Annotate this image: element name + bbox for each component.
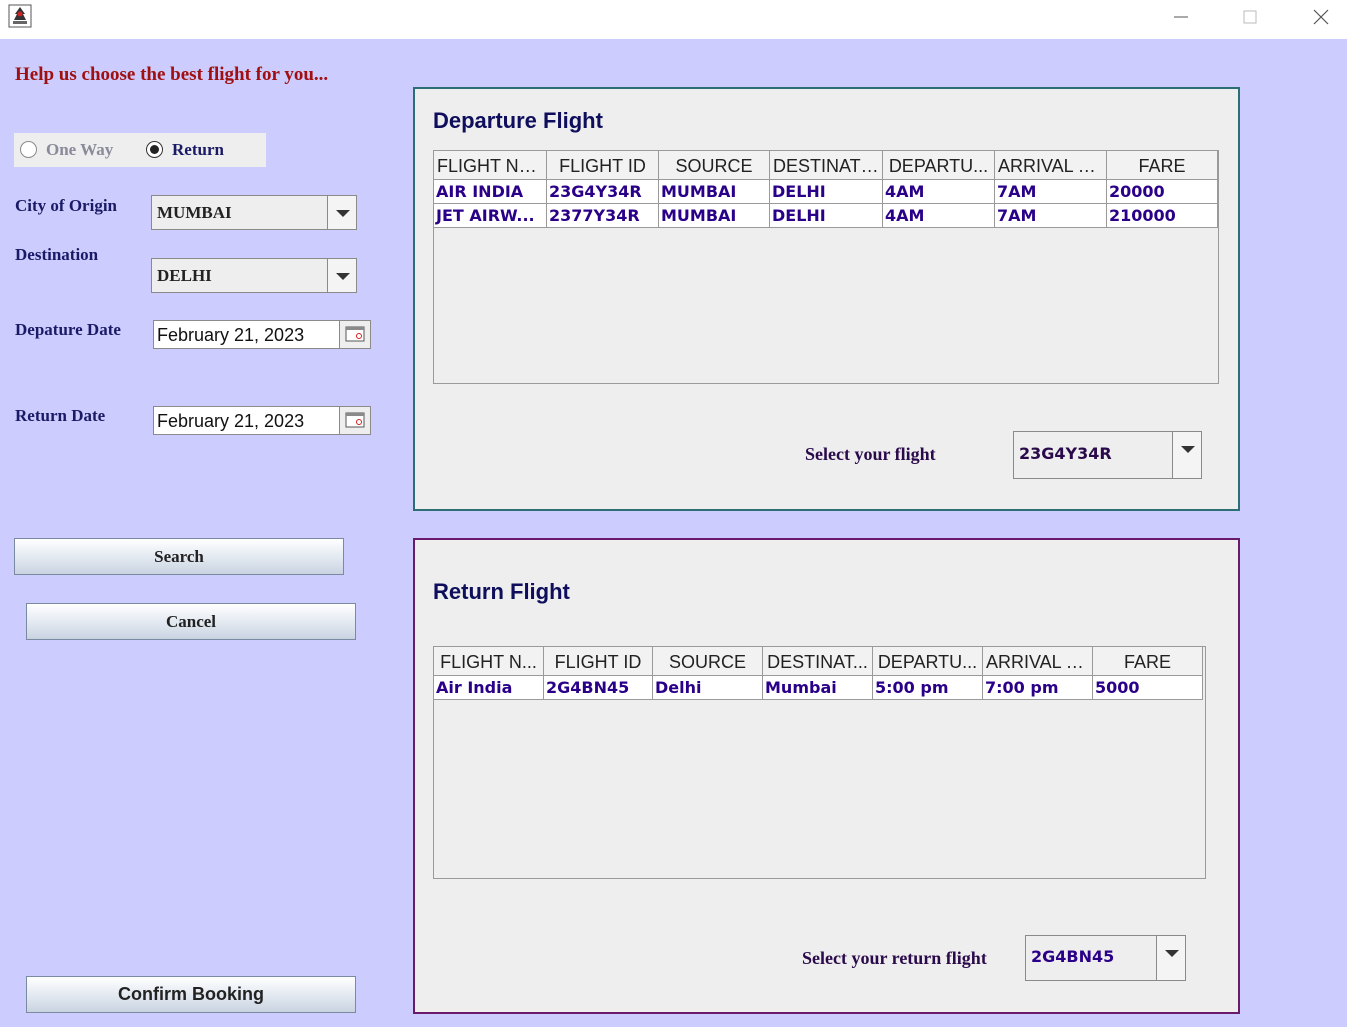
return-label[interactable]: Return bbox=[172, 140, 224, 160]
column-header[interactable]: SOURCE bbox=[659, 151, 770, 180]
return-radio[interactable] bbox=[146, 141, 163, 158]
calendar-icon bbox=[345, 412, 365, 428]
departure-panel: Departure Flight FLIGHT NA... FLIGHT ID SO… bbox=[413, 87, 1240, 511]
column-header[interactable]: ARRIVAL T... bbox=[983, 647, 1093, 676]
close-icon[interactable] bbox=[1309, 5, 1333, 29]
departure-table-header: FLIGHT NA... FLIGHT ID SOURCE DESTINATI... D… bbox=[434, 151, 1218, 180]
table-cell: 23G4Y34R bbox=[547, 180, 659, 204]
table-cell: Mumbai bbox=[763, 676, 873, 700]
column-header[interactable]: FARE bbox=[1107, 151, 1218, 180]
table-cell: DELHI bbox=[770, 180, 883, 204]
destination-label: Destination bbox=[15, 245, 99, 264]
chevron-down-icon[interactable] bbox=[327, 196, 356, 229]
selected-flight-value: 23G4Y34R bbox=[1019, 444, 1112, 463]
table-cell: JET AIRW... bbox=[434, 204, 547, 228]
table-cell: MUMBAI bbox=[659, 204, 770, 228]
column-header[interactable]: DESTINATI... bbox=[770, 151, 883, 180]
origin-combobox[interactable]: MUMBAI bbox=[151, 195, 357, 230]
calendar-icon bbox=[345, 326, 365, 342]
table-cell: 2G4BN45 bbox=[544, 676, 653, 700]
table-cell: 5000 bbox=[1093, 676, 1203, 700]
chevron-down-icon[interactable] bbox=[1156, 936, 1185, 980]
table-cell: Delhi bbox=[653, 676, 763, 700]
destination-value: DELHI bbox=[157, 266, 212, 285]
destination-combobox[interactable]: DELHI bbox=[151, 258, 357, 293]
departure-date-value: February 21, 2023 bbox=[157, 325, 305, 345]
table-cell: 2377Y34R bbox=[547, 204, 659, 228]
select-flight-label: Select your flight bbox=[805, 444, 936, 464]
table-row[interactable]: JET AIRW... 2377Y34R MUMBAI DELHI 4AM 7AM 2100… bbox=[434, 204, 1218, 228]
selected-return-flight-value: 2G4BN45 bbox=[1031, 947, 1115, 966]
table-cell: DELHI bbox=[770, 204, 883, 228]
cancel-button[interactable]: Cancel bbox=[26, 603, 356, 640]
maximize-icon[interactable] bbox=[1238, 5, 1262, 29]
search-button[interactable]: Search bbox=[14, 538, 344, 575]
table-cell: 7AM bbox=[995, 180, 1107, 204]
origin-label: City of Origin bbox=[15, 196, 117, 215]
table-cell: 7AM bbox=[995, 204, 1107, 228]
return-date-value: February 21, 2023 bbox=[157, 411, 305, 431]
one-way-radio[interactable] bbox=[20, 141, 37, 158]
column-header[interactable]: FLIGHT ID bbox=[547, 151, 659, 180]
return-date-label: Return Date bbox=[15, 406, 106, 425]
select-return-flight-combobox[interactable]: 2G4BN45 bbox=[1025, 935, 1186, 981]
page-heading: Help us choose the best flight for you..… bbox=[15, 64, 329, 85]
return-title: Return Flight bbox=[433, 579, 570, 604]
column-header[interactable]: DEPARTU... bbox=[873, 647, 983, 676]
column-header[interactable]: FARE bbox=[1093, 647, 1203, 676]
table-row[interactable]: Air India 2G4BN45 Delhi Mumbai 5:00 pm 7:00 p… bbox=[434, 676, 1203, 700]
return-table-header: FLIGHT N... FLIGHT ID SOURCE DESTINAT... DEP… bbox=[434, 647, 1203, 676]
table-cell: 5:00 pm bbox=[873, 676, 983, 700]
trip-type-group: One Way Return bbox=[14, 133, 266, 167]
return-calendar-button[interactable] bbox=[339, 406, 371, 435]
select-flight-combobox[interactable]: 23G4Y34R bbox=[1013, 431, 1202, 479]
departure-date-label: Depature Date bbox=[15, 320, 121, 339]
table-cell: Air India bbox=[434, 676, 544, 700]
column-header[interactable]: FLIGHT NA... bbox=[434, 151, 547, 180]
table-row[interactable]: AIR INDIA 23G4Y34R MUMBAI DELHI 4AM 7AM 20000 bbox=[434, 180, 1218, 204]
column-header[interactable]: FLIGHT ID bbox=[544, 647, 653, 676]
confirm-booking-button[interactable]: Confirm Booking bbox=[26, 976, 356, 1013]
one-way-label[interactable]: One Way bbox=[46, 140, 113, 160]
table-cell: AIR INDIA bbox=[434, 180, 547, 204]
column-header[interactable]: DESTINAT... bbox=[763, 647, 873, 676]
column-header[interactable]: FLIGHT N... bbox=[434, 647, 544, 676]
window-titlebar bbox=[0, 0, 1347, 39]
table-cell: 4AM bbox=[883, 204, 995, 228]
table-cell: MUMBAI bbox=[659, 180, 770, 204]
table-cell: 7:00 pm bbox=[983, 676, 1093, 700]
departure-calendar-button[interactable] bbox=[339, 320, 371, 349]
table-cell: 20000 bbox=[1107, 180, 1218, 204]
return-table[interactable]: FLIGHT N... FLIGHT ID SOURCE DESTINAT... DEP… bbox=[433, 646, 1206, 879]
departure-table[interactable]: FLIGHT NA... FLIGHT ID SOURCE DESTINATI... D… bbox=[433, 150, 1219, 384]
return-panel: Return Flight FLIGHT N... FLIGHT ID SOURCE… bbox=[413, 538, 1240, 1014]
column-header[interactable]: DEPARTU... bbox=[883, 151, 995, 180]
table-cell: 210000 bbox=[1107, 204, 1218, 228]
column-header[interactable]: ARRIVAL TI... bbox=[995, 151, 1107, 180]
minimize-icon[interactable] bbox=[1169, 5, 1193, 29]
chevron-down-icon[interactable] bbox=[327, 259, 356, 292]
java-duke-icon bbox=[8, 4, 32, 28]
departure-title: Departure Flight bbox=[433, 108, 603, 133]
select-return-flight-label: Select your return flight bbox=[802, 948, 987, 968]
chevron-down-icon[interactable] bbox=[1172, 432, 1201, 478]
origin-value: MUMBAI bbox=[157, 203, 232, 222]
table-cell: 4AM bbox=[883, 180, 995, 204]
column-header[interactable]: SOURCE bbox=[653, 647, 763, 676]
